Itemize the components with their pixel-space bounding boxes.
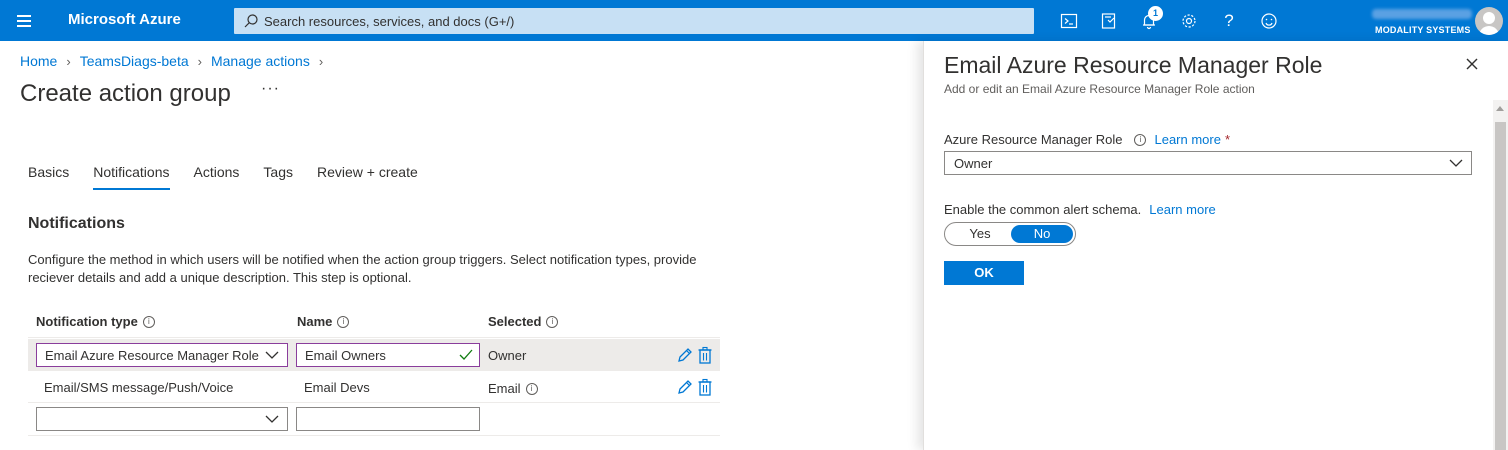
- toggle-no[interactable]: No: [1011, 225, 1073, 243]
- blade-subtitle: Add or edit an Email Azure Resource Mana…: [944, 82, 1255, 96]
- divider: [28, 370, 720, 371]
- section-title: Notifications: [28, 215, 125, 232]
- scrollbar-thumb[interactable]: [1495, 122, 1506, 450]
- tab-actions[interactable]: Actions: [194, 164, 240, 190]
- column-header-type-label: Notification type: [36, 314, 138, 329]
- breadcrumb: Home › TeamsDiags-beta › Manage actions …: [20, 53, 332, 69]
- search-input[interactable]: Search resources, services, and docs (G+…: [234, 8, 1034, 34]
- role-label: Azure Resource Manager Role: [944, 132, 1123, 147]
- account-directory[interactable]: MODALITY SYSTEMS: [1375, 25, 1471, 35]
- column-header-name-label: Name: [297, 314, 333, 329]
- scrollbar[interactable]: [1493, 100, 1508, 450]
- role-select-value: Owner: [954, 156, 993, 171]
- name-value[interactable]: Email Devs: [304, 380, 370, 395]
- menu-icon[interactable]: [0, 0, 48, 41]
- name-value: Email Owners: [305, 348, 386, 363]
- name-input[interactable]: Email Owners: [296, 343, 480, 367]
- chevron-down-icon: [265, 415, 279, 423]
- required-indicator: *: [1224, 132, 1231, 147]
- search-placeholder: Search resources, services, and docs (G+…: [264, 14, 515, 29]
- role-label-row: Azure Resource Manager Role i Learn more…: [944, 132, 1230, 147]
- tab-review-create[interactable]: Review + create: [317, 164, 418, 190]
- chevron-down-icon: [265, 351, 279, 359]
- new-notification-type-select[interactable]: [36, 407, 288, 431]
- search-icon: [244, 14, 258, 28]
- page-title: Create action group: [20, 80, 231, 107]
- info-icon[interactable]: i: [525, 382, 538, 395]
- delete-icon[interactable]: [697, 378, 713, 396]
- tab-tags[interactable]: Tags: [263, 164, 293, 190]
- gear-icon[interactable]: [1178, 10, 1200, 32]
- tab-notifications[interactable]: Notifications: [93, 164, 170, 190]
- info-icon[interactable]: i: [1134, 133, 1147, 146]
- blade-title: Email Azure Resource Manager Role: [944, 52, 1323, 78]
- scroll-up-icon[interactable]: [1496, 106, 1504, 111]
- column-header-selected: Selected i: [488, 314, 559, 329]
- selected-value-label: Email: [488, 381, 521, 396]
- schema-label: Enable the common alert schema.: [944, 202, 1142, 217]
- divider: [28, 435, 720, 436]
- role-learn-more-link[interactable]: Learn more: [1154, 132, 1220, 147]
- chevron-down-icon: [1449, 159, 1463, 167]
- divider: [28, 337, 720, 338]
- breadcrumb-home[interactable]: Home: [20, 53, 57, 69]
- chevron-right-icon: ›: [197, 53, 202, 69]
- section-description: Configure the method in which users will…: [28, 252, 697, 285]
- tab-bar: Basics Notifications Actions Tags Review…: [28, 164, 442, 190]
- selected-value: Email i: [488, 381, 538, 396]
- info-icon[interactable]: i: [142, 315, 155, 328]
- info-icon[interactable]: i: [337, 315, 350, 328]
- delete-icon[interactable]: [697, 346, 713, 364]
- notification-type-value[interactable]: Email/SMS message/Push/Voice: [44, 380, 233, 395]
- column-header-name: Name i: [297, 314, 350, 329]
- column-header-selected-label: Selected: [488, 314, 542, 329]
- breadcrumb-teamsdiags[interactable]: TeamsDiags-beta: [80, 53, 189, 69]
- close-icon[interactable]: [1464, 56, 1480, 72]
- chevron-right-icon: ›: [66, 53, 71, 69]
- toggle-yes[interactable]: Yes: [949, 225, 1011, 243]
- notification-type-value: Email Azure Resource Manager Role: [45, 348, 259, 363]
- edit-icon[interactable]: [677, 346, 693, 364]
- role-select[interactable]: Owner: [944, 151, 1472, 175]
- column-header-type: Notification type i: [36, 314, 155, 329]
- avatar[interactable]: [1475, 7, 1503, 35]
- ok-button[interactable]: OK: [944, 261, 1024, 285]
- checkmark-icon: [459, 349, 473, 360]
- help-icon[interactable]: ?: [1218, 10, 1240, 32]
- edit-icon[interactable]: [677, 378, 693, 396]
- alert-schema-toggle[interactable]: Yes No: [944, 222, 1076, 246]
- more-options-button[interactable]: ···: [261, 80, 280, 98]
- schema-label-row: Enable the common alert schema. Learn mo…: [944, 202, 1216, 217]
- notification-count-badge: 1: [1148, 6, 1163, 21]
- top-bar: Microsoft Azure Search resources, servic…: [0, 0, 1508, 41]
- breadcrumb-manage-actions[interactable]: Manage actions: [211, 53, 310, 69]
- selected-value: Owner: [488, 348, 527, 363]
- cloud-shell-icon[interactable]: [1058, 10, 1080, 32]
- brand-name[interactable]: Microsoft Azure: [68, 11, 181, 28]
- account-name-redacted[interactable]: [1372, 9, 1472, 19]
- schema-learn-more-link[interactable]: Learn more: [1149, 202, 1215, 217]
- divider: [28, 402, 720, 403]
- tab-basics[interactable]: Basics: [28, 164, 69, 190]
- new-name-input[interactable]: [296, 407, 480, 431]
- info-icon[interactable]: i: [546, 315, 559, 328]
- feedback-icon[interactable]: [1258, 10, 1280, 32]
- chevron-right-icon: ›: [318, 53, 324, 69]
- directory-filter-icon[interactable]: [1098, 10, 1120, 32]
- notification-type-select[interactable]: Email Azure Resource Manager Role: [36, 343, 288, 367]
